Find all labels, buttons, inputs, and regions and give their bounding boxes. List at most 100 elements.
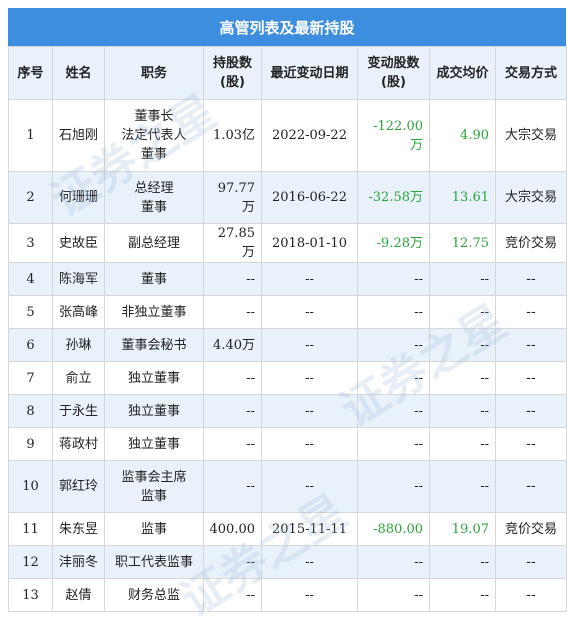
table-row: 10 郭红玲 监事会主席 监事 -- -- -- -- -- <box>8 460 567 513</box>
cell-change: -- <box>357 394 430 428</box>
cell-date: 2016-06-22 <box>261 171 358 224</box>
position-line: 董事 <box>140 199 167 215</box>
cell-method: -- <box>495 394 567 428</box>
position-line: 职工代表监事 <box>114 554 193 570</box>
cell-date: -- <box>261 328 358 362</box>
cell-seq: 8 <box>8 394 53 428</box>
header-row: 序号 姓名 职务 持股数 (股) 最近变动日期 变动股数 (股) 成交均价 交易… <box>8 46 567 100</box>
cell-shares: -- <box>203 427 262 461</box>
cell-method: -- <box>495 545 567 579</box>
cell-method: 大宗交易 <box>495 99 567 172</box>
header-shares-line2: (股) <box>220 75 245 90</box>
table-row: 7 俞立 独立董事 -- -- -- -- -- <box>8 361 567 395</box>
cell-shares: 400.00 <box>203 512 262 546</box>
cell-price: -- <box>429 578 496 612</box>
cell-price: 4.90 <box>429 99 496 172</box>
cell-method: 竞价交易 <box>495 512 567 546</box>
table-body: 1 石旭刚 董事长 法定代表人 董事 1.03亿 2022-09-22 -122.00万 4.9… <box>8 99 567 612</box>
table-row: 5 张高峰 非独立董事 -- -- -- -- -- <box>8 295 567 329</box>
exec-holdings-panel: 高管列表及最新持股 序号 姓名 职务 持股数 (股) 最近变动日期 变动股数 (… <box>8 8 567 612</box>
cell-position: 副总经理 <box>104 223 204 263</box>
cell-method: -- <box>495 460 567 513</box>
position-line: 财务总监 <box>127 587 180 603</box>
cell-price: -- <box>429 328 496 362</box>
cell-shares: -- <box>203 460 262 513</box>
cell-seq: 4 <box>8 262 53 296</box>
cell-name: 俞立 <box>52 361 105 395</box>
header-change-line2: (股) <box>381 75 406 90</box>
position-line: 董事长 <box>134 109 174 124</box>
table-row: 11 朱东昱 监事 400.00 2015-11-11 -880.00 19.07 竞价交易 <box>8 512 567 546</box>
table-row: 9 蒋政村 独立董事 -- -- -- -- -- <box>8 427 567 461</box>
cell-seq: 3 <box>8 223 53 263</box>
panel-title: 高管列表及最新持股 <box>8 8 566 46</box>
cell-seq: 11 <box>8 512 53 546</box>
cell-seq: 10 <box>8 460 53 513</box>
header-method: 交易方式 <box>495 46 567 100</box>
cell-seq: 1 <box>8 99 53 172</box>
cell-date: -- <box>261 545 358 579</box>
cell-seq: 6 <box>8 328 53 362</box>
cell-date: 2022-09-22 <box>261 99 358 172</box>
exec-table: 序号 姓名 职务 持股数 (股) 最近变动日期 变动股数 (股) 成交均价 交易… <box>8 46 567 612</box>
cell-change: -- <box>357 545 430 579</box>
header-position: 职务 <box>104 46 204 100</box>
header-seq: 序号 <box>8 46 53 100</box>
cell-date: -- <box>261 460 358 513</box>
cell-date: 2018-01-10 <box>261 223 358 263</box>
cell-price: -- <box>429 427 496 461</box>
cell-name: 沣丽冬 <box>52 545 105 579</box>
cell-change: -- <box>357 460 430 513</box>
cell-method: -- <box>495 427 567 461</box>
cell-method: -- <box>495 295 567 329</box>
cell-change: -- <box>357 578 430 612</box>
position-line: 董事 <box>140 271 167 287</box>
cell-name: 蒋政村 <box>52 427 105 461</box>
cell-seq: 12 <box>8 545 53 579</box>
cell-change: -- <box>357 295 430 329</box>
position-line: 监事 <box>140 521 167 537</box>
cell-price: 12.75 <box>429 223 496 263</box>
table-row: 8 于永生 独立董事 -- -- -- -- -- <box>8 394 567 428</box>
cell-seq: 5 <box>8 295 53 329</box>
cell-price: 19.07 <box>429 512 496 546</box>
cell-name: 陈海军 <box>52 262 105 296</box>
cell-shares: 1.03亿 <box>203 99 262 172</box>
header-price: 成交均价 <box>429 46 496 100</box>
table-row: 13 赵倩 财务总监 -- -- -- -- -- <box>8 578 567 612</box>
table-row: 2 何珊珊 总经理 董事 97.77万 2016-06-22 -32.58万 13.61 大宗交… <box>8 171 567 224</box>
cell-price: -- <box>429 394 496 428</box>
position-line: 总经理 <box>134 180 174 196</box>
cell-position: 董事会秘书 <box>104 328 204 362</box>
header-change: 变动股数 (股) <box>357 46 430 100</box>
cell-seq: 7 <box>8 361 53 395</box>
position-line: 监事会主席 <box>121 469 187 485</box>
cell-name: 朱东昱 <box>52 512 105 546</box>
header-shares: 持股数 (股) <box>203 46 262 100</box>
cell-change: -- <box>357 427 430 461</box>
cell-date: -- <box>261 394 358 428</box>
cell-name: 赵倩 <box>52 578 105 612</box>
cell-position: 独立董事 <box>104 427 204 461</box>
header-date: 最近变动日期 <box>261 46 358 100</box>
cell-method: -- <box>495 262 567 296</box>
cell-shares: 4.40万 <box>203 328 262 362</box>
cell-name: 张高峰 <box>52 295 105 329</box>
cell-price: -- <box>429 361 496 395</box>
header-change-line1: 变动股数 <box>367 56 420 71</box>
cell-change: -- <box>357 262 430 296</box>
cell-position: 董事 <box>104 262 204 296</box>
cell-date: -- <box>261 578 358 612</box>
cell-name: 石旭刚 <box>52 99 105 172</box>
cell-position: 独立董事 <box>104 394 204 428</box>
cell-date: 2015-11-11 <box>261 512 358 546</box>
cell-price: -- <box>429 460 496 513</box>
table-row: 4 陈海军 董事 -- -- -- -- -- <box>8 262 567 296</box>
table-row: 6 孙琳 董事会秘书 4.40万 -- -- -- -- <box>8 328 567 362</box>
cell-position: 非独立董事 <box>104 295 204 329</box>
table-row: 12 沣丽冬 职工代表监事 -- -- -- -- -- <box>8 545 567 579</box>
header-name: 姓名 <box>52 46 105 100</box>
cell-date: -- <box>261 262 358 296</box>
cell-price: -- <box>429 545 496 579</box>
position-line: 非独立董事 <box>121 304 187 320</box>
